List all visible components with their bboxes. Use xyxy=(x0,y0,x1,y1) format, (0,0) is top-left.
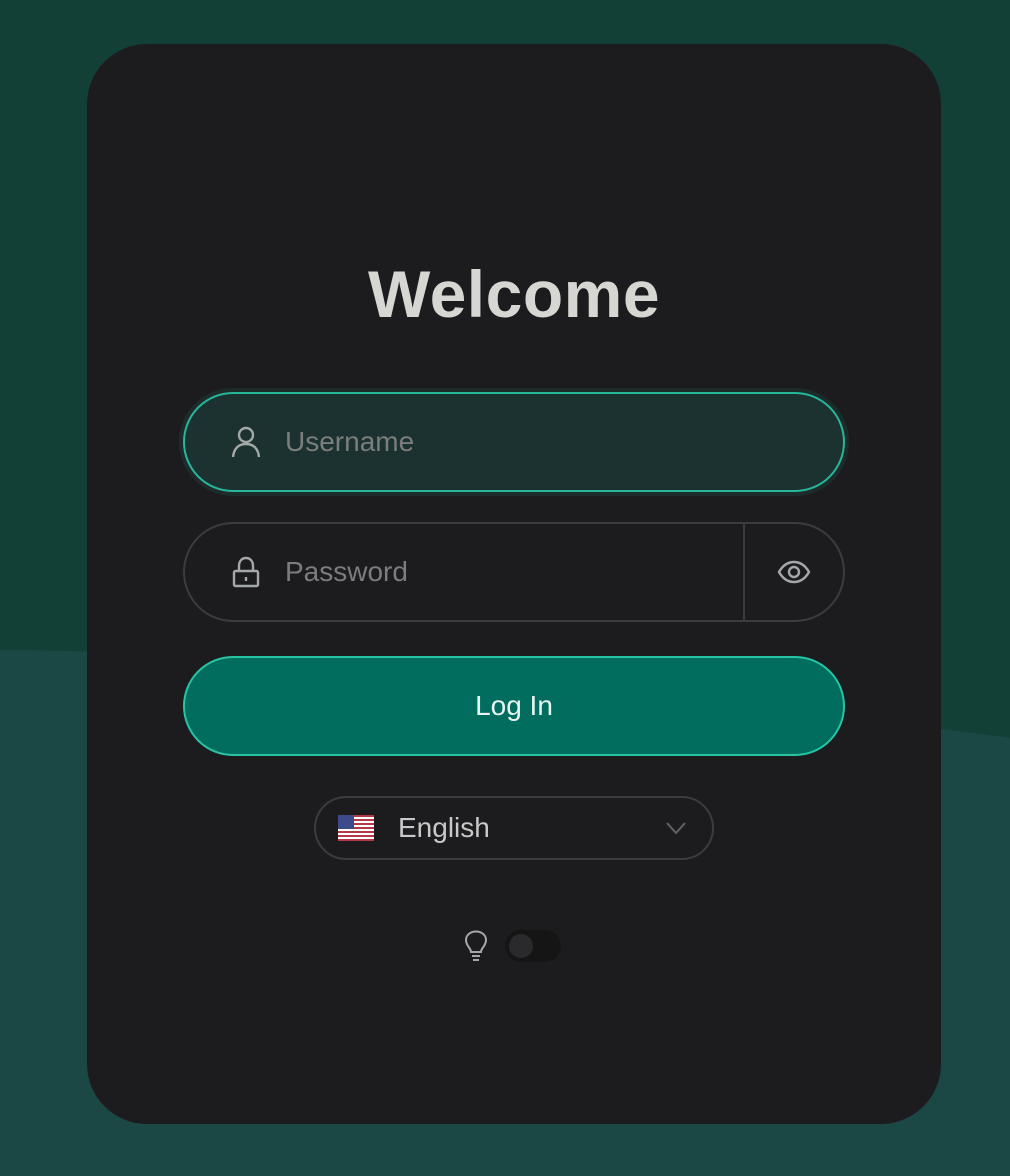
username-input[interactable] xyxy=(285,394,843,490)
page-title: Welcome xyxy=(367,257,661,331)
password-input[interactable] xyxy=(285,524,743,620)
user-icon xyxy=(229,425,263,459)
theme-toggle[interactable] xyxy=(505,930,561,962)
login-button[interactable]: Log In xyxy=(183,656,845,756)
us-flag-icon xyxy=(338,815,374,841)
theme-switcher xyxy=(463,930,561,962)
language-select[interactable]: English xyxy=(314,796,714,860)
login-card: Welcome Log In xyxy=(87,44,941,1124)
eye-icon xyxy=(777,560,811,584)
password-field[interactable] xyxy=(183,522,845,622)
show-password-button[interactable] xyxy=(743,524,843,620)
username-field[interactable] xyxy=(183,392,845,492)
toggle-knob xyxy=(509,934,533,958)
chevron-down-icon xyxy=(666,822,686,835)
lock-icon xyxy=(229,555,263,589)
lightbulb-icon xyxy=(464,930,488,961)
language-label: English xyxy=(398,812,490,843)
